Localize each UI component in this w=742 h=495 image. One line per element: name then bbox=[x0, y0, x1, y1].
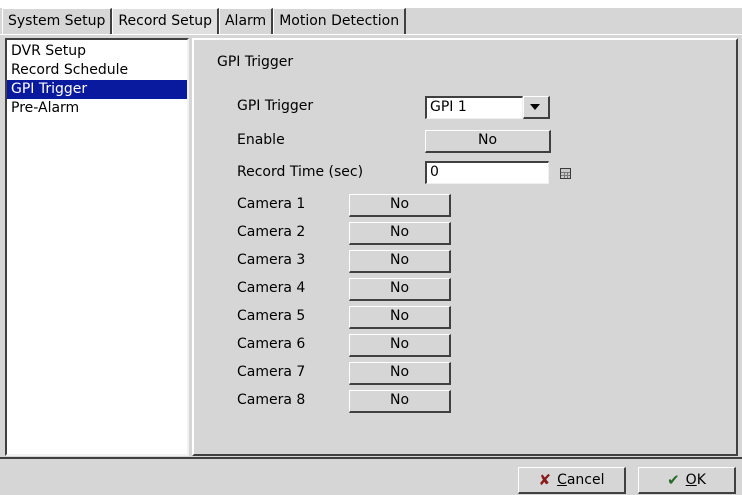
camera-6-label: Camera 6 bbox=[237, 336, 306, 352]
cancel-button[interactable]: ✘ Cancel bbox=[518, 467, 626, 494]
camera-3-toggle[interactable]: No bbox=[349, 250, 451, 273]
tab-motion-detection[interactable]: Motion Detection bbox=[273, 8, 407, 34]
list-item-record-schedule[interactable]: Record Schedule bbox=[7, 61, 187, 80]
top-strip bbox=[0, 0, 742, 8]
camera-1-label: Camera 1 bbox=[237, 196, 306, 212]
tab-alarm[interactable]: Alarm bbox=[218, 8, 274, 34]
tab-system-setup[interactable]: System Setup bbox=[2, 8, 113, 34]
camera-2-label: Camera 2 bbox=[237, 224, 306, 240]
calculator-icon[interactable] bbox=[560, 168, 571, 179]
list-item-dvr-setup[interactable]: DVR Setup bbox=[7, 42, 187, 61]
list-item-pre-alarm[interactable]: Pre-Alarm bbox=[7, 99, 187, 118]
gpi-trigger-select[interactable]: GPI 1 bbox=[425, 96, 523, 119]
ok-button[interactable]: ✔ OK bbox=[638, 467, 736, 494]
cancel-mnemonic: C bbox=[557, 472, 567, 488]
cancel-label-rest: ancel bbox=[566, 472, 605, 488]
camera-4-label: Camera 4 bbox=[237, 280, 306, 296]
chevron-down-icon bbox=[530, 104, 540, 110]
camera-5-toggle[interactable]: No bbox=[349, 306, 451, 329]
camera-7-label: Camera 7 bbox=[237, 364, 306, 380]
gpi-trigger-label: GPI Trigger bbox=[237, 98, 314, 114]
panel-title: GPI Trigger bbox=[217, 54, 294, 70]
enable-toggle[interactable]: No bbox=[425, 130, 551, 153]
bottom-bar: ✘ Cancel ✔ OK bbox=[0, 459, 742, 495]
check-icon: ✔ bbox=[667, 471, 680, 489]
list-item-gpi-trigger[interactable]: GPI Trigger bbox=[7, 80, 187, 99]
camera-7-toggle[interactable]: No bbox=[349, 362, 451, 385]
x-icon: ✘ bbox=[538, 471, 552, 489]
gpi-trigger-dropdown-button[interactable] bbox=[523, 96, 550, 119]
enable-label: Enable bbox=[237, 132, 285, 148]
camera-8-toggle[interactable]: No bbox=[349, 390, 451, 413]
camera-3-label: Camera 3 bbox=[237, 252, 306, 268]
camera-1-toggle[interactable]: No bbox=[349, 194, 451, 217]
camera-6-toggle[interactable]: No bbox=[349, 334, 451, 357]
camera-2-toggle[interactable]: No bbox=[349, 222, 451, 245]
camera-5-label: Camera 5 bbox=[237, 308, 306, 324]
ok-label: OK bbox=[686, 469, 706, 491]
camera-4-toggle[interactable]: No bbox=[349, 278, 451, 301]
cancel-label: Cancel bbox=[557, 469, 604, 491]
setup-list: DVR Setup Record Schedule GPI Trigger Pr… bbox=[5, 38, 189, 456]
camera-8-label: Camera 8 bbox=[237, 392, 306, 408]
record-time-label: Record Time (sec) bbox=[237, 164, 364, 180]
tab-bar-edge bbox=[0, 34, 742, 35]
tab-bar: System Setup Record Setup Alarm Motion D… bbox=[2, 8, 407, 34]
ok-mnemonic: O bbox=[685, 472, 697, 488]
settings-panel: GPI Trigger GPI Trigger GPI 1 Enable No … bbox=[192, 38, 738, 456]
ok-label-rest: K bbox=[696, 472, 706, 488]
record-time-input[interactable]: 0 bbox=[425, 161, 549, 184]
tab-record-setup[interactable]: Record Setup bbox=[112, 8, 219, 34]
